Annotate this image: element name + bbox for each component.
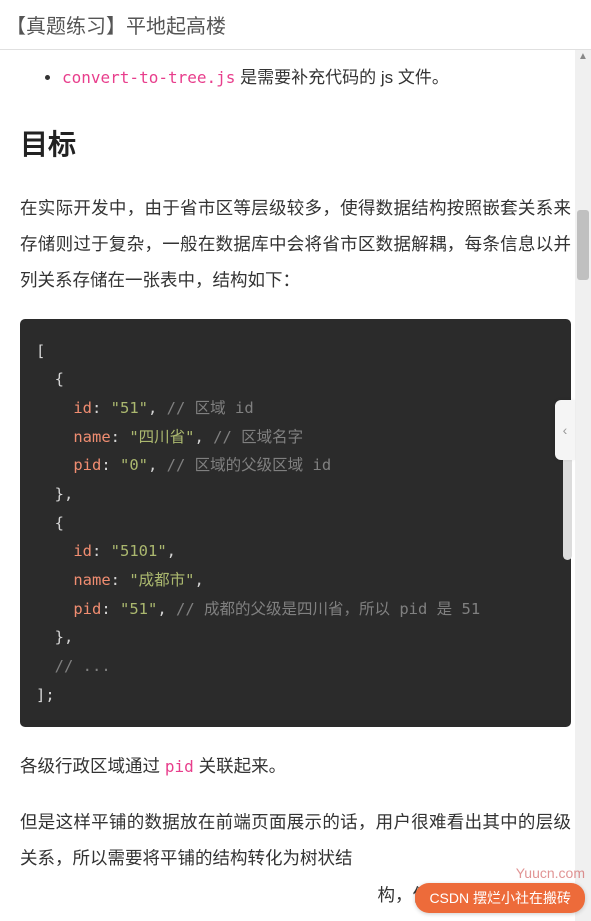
collapse-chevron-icon[interactable]: ‹	[555, 400, 575, 460]
list-item-text: 是需要补充代码的 js 文件。	[235, 68, 448, 87]
inner-scrollbar[interactable]	[563, 50, 572, 921]
paragraph-intro: 在实际开发中，由于省市区等层级较多，使得数据结构按照嵌套关系来存储则过于复杂，一…	[20, 191, 571, 299]
csdn-author-badge[interactable]: CSDN 摆烂小社在搬砖	[415, 883, 585, 913]
article-content: convert-to-tree.js 是需要补充代码的 js 文件。 目标 在实…	[0, 50, 591, 921]
page-title: 【真题练习】平地起高楼	[6, 10, 226, 39]
outer-scrollbar[interactable]: ▲	[575, 50, 591, 921]
pid-code: pid	[165, 757, 194, 776]
paragraph-pid: 各级行政区域通过 pid 关联起来。	[20, 749, 571, 785]
file-list: convert-to-tree.js 是需要补充代码的 js 文件。	[20, 64, 571, 93]
section-heading-goal: 目标	[20, 123, 571, 163]
scroll-up-arrow-icon[interactable]: ▲	[575, 50, 591, 66]
paragraph-explain: 但是这样平铺的数据放在前端页面展示的话，用户很难看出其中的层级关系，所以需要将平…	[20, 805, 571, 877]
code-block: [ { id: "51", // 区域 id name: "四川省", // 区…	[20, 319, 571, 728]
outer-scroll-thumb[interactable]	[577, 210, 589, 280]
header-bar: 【真题练习】平地起高楼	[0, 0, 591, 50]
filename-code: convert-to-tree.js	[62, 68, 235, 87]
list-item: convert-to-tree.js 是需要补充代码的 js 文件。	[62, 64, 571, 93]
